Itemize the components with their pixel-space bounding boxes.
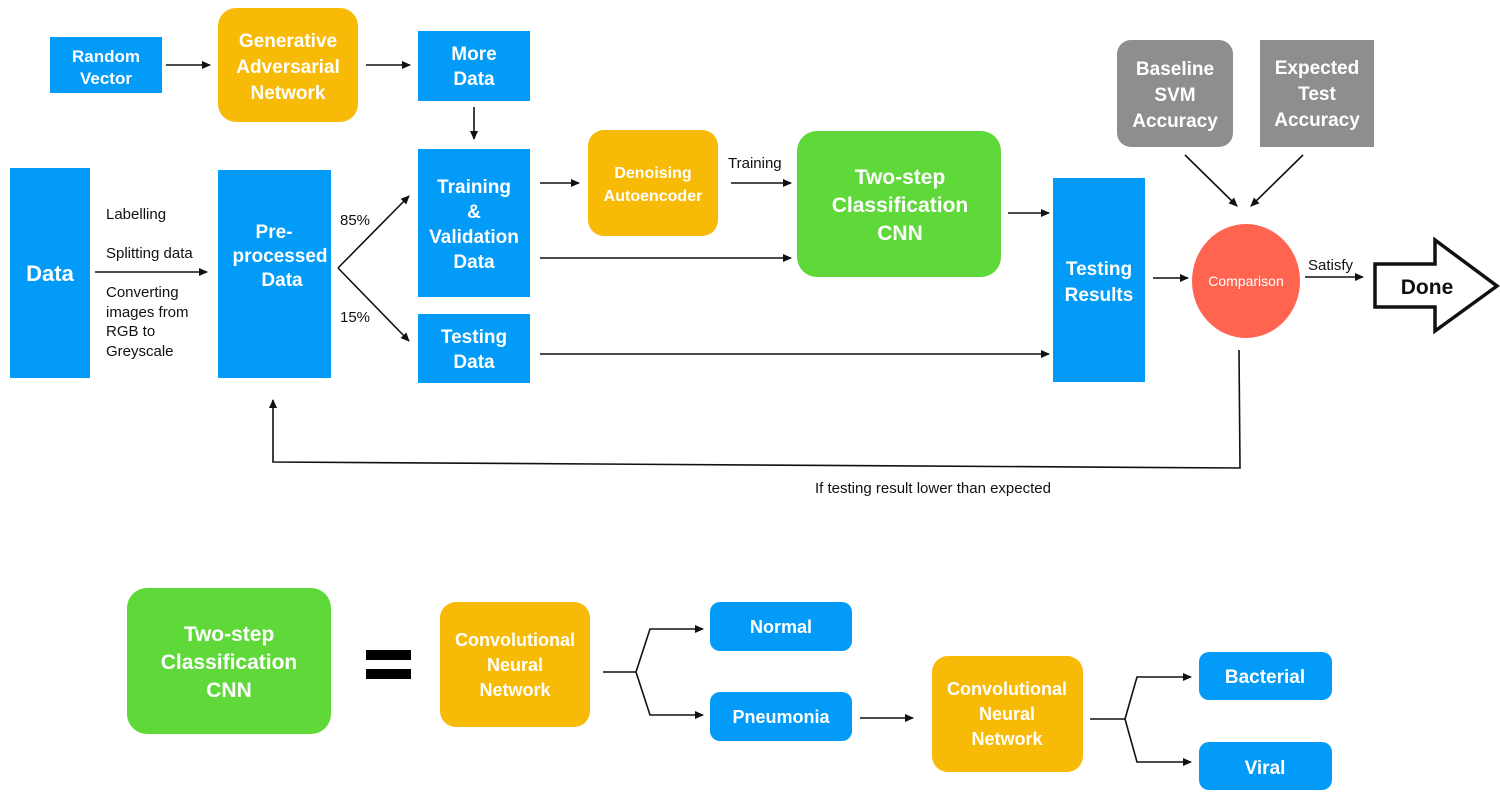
testing-results-line: Results — [1065, 285, 1134, 306]
arrow-to-bacterial — [1124, 673, 1192, 720]
expected-line: Accuracy — [1274, 110, 1360, 131]
testing-data-line: Data — [453, 352, 495, 373]
expected-accuracy-node: Expected Test Accuracy — [1260, 40, 1374, 147]
cnn-stage2-node: Convolutional Neural Network — [932, 656, 1083, 772]
cnn-stage1-node: Convolutional Neural Network — [440, 602, 590, 727]
training-label: Training — [728, 155, 782, 172]
comparison-label: Comparison — [1208, 273, 1283, 289]
step-text: Labelling — [106, 206, 166, 223]
cnn1-line: Neural — [487, 655, 543, 675]
pneumonia-node: Pneumonia — [710, 692, 852, 741]
viral-label: Viral — [1245, 758, 1286, 779]
testing-data-line: Testing — [441, 327, 507, 348]
flow-diagram: Random Vector Generative Adversarial Net… — [10, 8, 1500, 790]
done-label: Done — [1401, 276, 1454, 299]
step-text: Splitting data — [106, 245, 193, 262]
arrow-to-pneumonia — [635, 671, 704, 719]
arrow-expected-to-comparison — [1250, 154, 1304, 207]
more-data-line: More — [451, 44, 496, 65]
bottom-two-step-cnn-node: Two-step Classification CNN — [127, 588, 331, 734]
bottom-two-step-line: Two-step — [184, 623, 275, 646]
step-text: RGB to — [106, 323, 155, 340]
gan-line: Generative — [239, 31, 337, 52]
denoising-line: Autoencoder — [604, 188, 703, 205]
two-step-cnn-node: Two-step Classification CNN — [797, 131, 1001, 277]
arrow-split-test — [337, 267, 410, 342]
cnn1-line: Network — [479, 680, 551, 700]
arrow-split-train — [337, 195, 410, 269]
satisfy-label: Satisfy — [1308, 257, 1354, 274]
done-arrow-node: Done — [1373, 236, 1500, 335]
arrow-to-normal — [635, 625, 704, 673]
preprocessed-line: Pre- — [256, 222, 293, 243]
viral-node: Viral — [1199, 742, 1332, 790]
gan-line: Network — [251, 83, 326, 104]
baseline-line: SVM — [1154, 85, 1195, 106]
two-step-line: CNN — [877, 222, 923, 245]
denoising-line: Denoising — [614, 165, 691, 182]
baseline-line: Baseline — [1136, 59, 1214, 80]
feedback-label: If testing result lower than expected — [815, 480, 1051, 497]
gan-node: Generative Adversarial Network — [218, 8, 358, 122]
data-node: Data — [10, 168, 90, 378]
normal-node: Normal — [710, 602, 852, 651]
split-test-label: 15% — [340, 309, 370, 326]
random-vector-line: Random — [72, 47, 140, 66]
bacterial-label: Bacterial — [1225, 667, 1305, 688]
step-text: Greyscale — [106, 343, 174, 360]
data-label: Data — [26, 261, 74, 286]
arrow-to-viral — [1124, 718, 1192, 766]
two-step-line: Two-step — [855, 166, 946, 189]
normal-label: Normal — [750, 617, 812, 637]
gan-line: Adversarial — [236, 57, 340, 78]
train-val-line: Training — [437, 177, 511, 198]
more-data-node: More Data — [418, 31, 530, 101]
train-val-line: Data — [453, 252, 495, 273]
arrow-baseline-to-comparison — [1184, 154, 1238, 207]
bottom-connectors — [603, 625, 1192, 766]
bottom-two-step-line: CNN — [206, 679, 252, 702]
cnn2-line: Network — [971, 729, 1043, 749]
baseline-line: Accuracy — [1132, 111, 1218, 132]
two-step-line: Classification — [832, 194, 969, 217]
step-text: images from — [106, 304, 189, 321]
train-val-data-node: Training & Validation Data — [418, 149, 530, 297]
preprocessed-data-node: Pre- processed Data — [218, 170, 331, 378]
cnn2-line: Convolutional — [947, 679, 1067, 699]
split-train-label: 85% — [340, 212, 370, 229]
equals-sign-icon — [366, 650, 411, 679]
pneumonia-label: Pneumonia — [732, 707, 830, 727]
testing-data-node: Testing Data — [418, 314, 530, 383]
testing-results-line: Testing — [1066, 259, 1132, 280]
testing-results-node: Testing Results — [1053, 178, 1145, 382]
denoising-autoencoder-node: Denoising Autoencoder — [588, 130, 718, 236]
random-vector-line: Vector — [80, 69, 132, 88]
train-val-line: Validation — [429, 227, 519, 248]
step-text: Converting — [106, 284, 179, 301]
random-vector-node: Random Vector — [50, 37, 162, 93]
preprocessing-steps: Labelling Splitting data Converting imag… — [106, 206, 193, 360]
preprocessed-line: Data — [261, 270, 303, 291]
train-val-line: & — [467, 202, 481, 223]
bacterial-node: Bacterial — [1199, 652, 1332, 700]
cnn1-line: Convolutional — [455, 630, 575, 650]
bottom-two-step-line: Classification — [161, 651, 298, 674]
preprocessed-line: processed — [232, 246, 327, 267]
baseline-svm-node: Baseline SVM Accuracy — [1117, 40, 1233, 147]
cnn2-line: Neural — [979, 704, 1035, 724]
expected-line: Test — [1298, 84, 1336, 105]
more-data-line: Data — [453, 69, 495, 90]
comparison-node: Comparison — [1192, 224, 1300, 338]
expected-line: Expected — [1275, 58, 1359, 79]
